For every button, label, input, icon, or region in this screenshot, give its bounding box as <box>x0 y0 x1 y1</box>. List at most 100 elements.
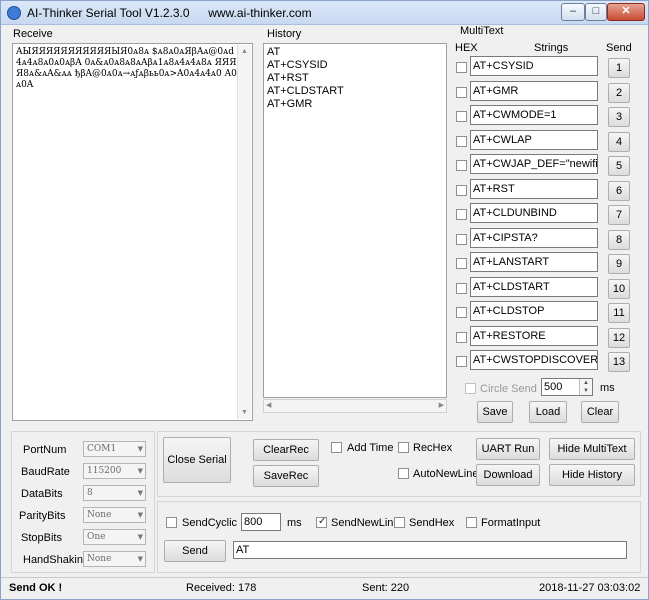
multitext-hex-checkbox[interactable] <box>456 209 467 220</box>
clear-rec-button[interactable]: ClearRec <box>253 439 319 461</box>
app-window: AI-Thinker Serial Tool V1.2.3.0 www.ai-t… <box>0 0 649 600</box>
multitext-string-input[interactable]: AT+CWSTOPDISCOVER <box>470 350 598 370</box>
multitext-string-input[interactable]: AT+CLDUNBIND <box>470 203 598 223</box>
multitext-send-button[interactable]: 10 <box>608 278 630 299</box>
multitext-hex-checkbox[interactable] <box>456 307 467 318</box>
multitext-hex-checkbox[interactable] <box>456 282 467 294</box>
multitext-string-input[interactable]: AT+CWMODE=1 <box>470 105 598 125</box>
multitext-hex-checkbox[interactable] <box>456 62 467 73</box>
multitext-send-button[interactable]: 3 <box>608 107 630 127</box>
scroll-left-icon[interactable]: ◀ <box>266 400 271 412</box>
multitext-send-button[interactable]: 9 <box>608 254 630 274</box>
uart-run-button[interactable]: UART Run <box>476 438 540 460</box>
multitext-hex-checkbox[interactable] <box>456 258 467 269</box>
receive-scrollbar[interactable]: ▲ ▼ <box>237 45 251 419</box>
close-serial-button[interactable]: Close Serial <box>163 437 231 483</box>
multitext-send-button[interactable]: 1 <box>608 58 630 78</box>
multitext-string-input[interactable]: AT+CIPSTA? <box>470 227 598 248</box>
multitext-string-input[interactable]: AT+CSYSID <box>470 56 598 76</box>
multitext-send-button[interactable]: 2 <box>608 82 630 103</box>
multitext-send-button[interactable]: 8 <box>608 229 630 250</box>
history-item[interactable]: AT+GMR <box>267 98 344 111</box>
download-button[interactable]: Download <box>476 464 540 486</box>
multitext-string-input[interactable]: AT+CWLAP <box>470 129 598 150</box>
multitext-send-button[interactable]: 6 <box>608 180 630 201</box>
multitext-send-button[interactable]: 4 <box>608 131 630 152</box>
databits-select[interactable]: 8 ▼ <box>83 485 146 501</box>
portnum-label: PortNum <box>23 444 67 456</box>
close-button[interactable]: ✕ <box>607 3 645 21</box>
multitext-send-button[interactable]: 11 <box>608 303 630 323</box>
history-item[interactable]: AT+CSYSID <box>267 59 344 72</box>
multitext-string-value: AT+CSYSID <box>473 60 534 72</box>
multitext-hex-checkbox[interactable] <box>456 160 467 171</box>
circle-send-checkbox[interactable] <box>465 383 476 394</box>
receive-textarea[interactable]: AЫЯЯЯЯЯЯЯЯЯЯЯЫЯ0ᴀ8ᴀ $ᴀ8ᴀ0ᴀЯβAᴀ@0ᴀd4ᴀ4ᴀ8ᴀ… <box>12 43 253 421</box>
history-items: AT AT+CSYSID AT+RST AT+CLDSTART AT+GMR <box>267 46 344 111</box>
multitext-string-input[interactable]: AT+CWJAP_DEF="newifi_ <box>470 154 598 174</box>
spin-up-icon[interactable]: ▲ <box>580 379 592 387</box>
multitext-send-button[interactable]: 13 <box>608 352 630 372</box>
multitext-string-input[interactable]: AT+GMR <box>470 80 598 101</box>
hide-multitext-button[interactable]: Hide MultiText <box>549 438 635 460</box>
multitext-hex-checkbox[interactable] <box>456 86 467 98</box>
circle-interval-spinner[interactable]: ▲ ▼ <box>579 379 592 395</box>
history-item[interactable]: AT <box>267 46 344 59</box>
maximize-button[interactable]: □ <box>585 3 607 21</box>
baudrate-select[interactable]: 115200 ▼ <box>83 463 146 479</box>
cyclic-interval-value: 800 <box>244 516 263 528</box>
history-item[interactable]: AT+CLDSTART <box>267 85 344 98</box>
multitext-string-input[interactable]: AT+RESTORE <box>470 325 598 346</box>
send-button[interactable]: Send <box>164 540 226 562</box>
multitext-hex-checkbox[interactable] <box>456 135 467 147</box>
stopbits-value: One <box>87 532 106 542</box>
multitext-send-button[interactable]: 7 <box>608 205 630 225</box>
auto-newline-checkbox[interactable] <box>398 468 409 479</box>
multitext-send-button[interactable]: 5 <box>608 156 630 176</box>
app-icon <box>7 6 21 20</box>
hex-column-header: HEX <box>455 42 478 54</box>
save-button[interactable]: Save <box>477 401 513 423</box>
history-hscrollbar[interactable]: ◀ ▶ <box>263 399 447 413</box>
send-cyclic-checkbox[interactable] <box>166 517 177 528</box>
history-list[interactable]: AT AT+CSYSID AT+RST AT+CLDSTART AT+GMR <box>263 43 447 398</box>
send-newline-checkbox[interactable] <box>316 516 327 528</box>
multitext-string-input[interactable]: AT+CLDSTOP <box>470 301 598 321</box>
multitext-hex-checkbox[interactable] <box>456 331 467 343</box>
receive-content: AЫЯЯЯЯЯЯЯЯЯЯЯЫЯ0ᴀ8ᴀ $ᴀ8ᴀ0ᴀЯβAᴀ@0ᴀd4ᴀ4ᴀ8ᴀ… <box>16 47 237 90</box>
handshaking-select[interactable]: None ▼ <box>83 551 146 567</box>
multitext-string-input[interactable]: AT+CLDSTART <box>470 276 598 297</box>
circle-send-label: Circle Send <box>480 383 537 395</box>
stopbits-select[interactable]: One ▼ <box>83 529 146 545</box>
chevron-down-icon: ▼ <box>137 555 143 563</box>
spin-down-icon[interactable]: ▼ <box>580 387 592 395</box>
paritybits-select[interactable]: None ▼ <box>83 507 146 523</box>
hide-history-button[interactable]: Hide History <box>549 464 635 486</box>
format-input-checkbox[interactable] <box>466 517 477 528</box>
multitext-send-button[interactable]: 12 <box>608 327 630 348</box>
multitext-string-input[interactable]: AT+LANSTART <box>470 252 598 272</box>
multitext-hex-checkbox[interactable] <box>456 356 467 367</box>
send-hex-checkbox[interactable] <box>394 517 405 528</box>
cyclic-interval-input[interactable]: 800 <box>241 513 281 531</box>
title-bar[interactable]: AI-Thinker Serial Tool V1.2.3.0 www.ai-t… <box>1 1 648 25</box>
add-time-checkbox[interactable] <box>331 442 342 453</box>
clear-button[interactable]: Clear <box>581 401 619 423</box>
rec-hex-checkbox[interactable] <box>398 442 409 453</box>
chevron-down-icon: ▼ <box>137 445 143 453</box>
scroll-down-icon[interactable]: ▼ <box>238 406 251 419</box>
multitext-hex-checkbox[interactable] <box>456 233 467 245</box>
load-button[interactable]: Load <box>529 401 567 423</box>
baudrate-label: BaudRate <box>21 466 70 478</box>
history-item[interactable]: AT+RST <box>267 72 344 85</box>
save-rec-button[interactable]: SaveRec <box>253 465 319 487</box>
multitext-hex-checkbox[interactable] <box>456 184 467 196</box>
multitext-string-input[interactable]: AT+RST <box>470 178 598 199</box>
scroll-up-icon[interactable]: ▲ <box>238 45 251 58</box>
multitext-hex-checkbox[interactable] <box>456 111 467 122</box>
minimize-button[interactable]: – <box>561 3 585 21</box>
scroll-right-icon[interactable]: ▶ <box>439 400 444 412</box>
send-input[interactable]: AT <box>233 541 627 559</box>
multitext-string-value: AT+GMR <box>473 84 519 97</box>
portnum-select[interactable]: COM1 ▼ <box>83 441 146 457</box>
